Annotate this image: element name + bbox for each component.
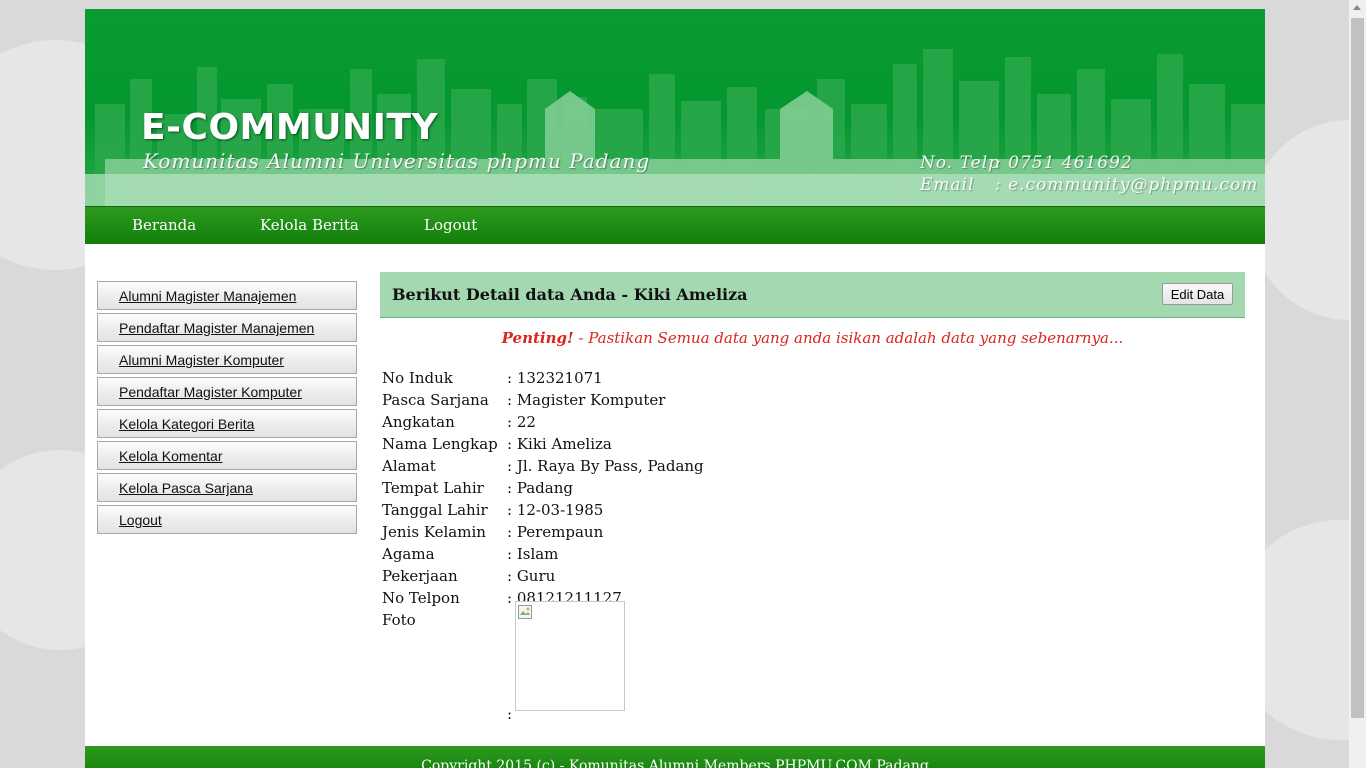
sidebar-item-kelola-komentar[interactable]: Kelola Komentar: [97, 441, 357, 470]
phone-value: : 0751 461692: [995, 153, 1133, 173]
sidebar-item-logout[interactable]: Logout: [97, 505, 357, 534]
profile-photo: [515, 601, 625, 711]
main-nav: Beranda Kelola Berita Logout: [85, 206, 1265, 244]
detail-value: : 132321071: [507, 369, 603, 387]
sidebar-item-pendaftar-magister-manajemen[interactable]: Pendaftar Magister Manajemen: [97, 313, 357, 342]
detail-row: Tempat Lahir : Padang: [382, 478, 704, 500]
detail-value: : Perempaun: [507, 523, 604, 541]
detail-label: Agama: [382, 545, 435, 563]
detail-value: : Guru: [507, 567, 556, 585]
detail-value: : Magister Komputer: [507, 391, 666, 409]
detail-value: : Jl. Raya By Pass, Padang: [507, 457, 704, 475]
site-footer: Copyright 2015 (c) - Komunitas Alumni Me…: [85, 746, 1265, 768]
sidebar-item-alumni-magister-komputer[interactable]: Alumni Magister Komputer: [97, 345, 357, 374]
detail-value: : Padang: [507, 479, 573, 497]
edit-data-button[interactable]: Edit Data: [1162, 283, 1233, 305]
detail-row: Agama : Islam: [382, 544, 704, 566]
detail-label: Pekerjaan: [382, 567, 458, 585]
photo-colon: :: [507, 705, 513, 723]
photo-label: Foto: [382, 611, 416, 629]
sidebar-item-kelola-kategori-berita[interactable]: Kelola Kategori Berita: [97, 409, 357, 438]
detail-table: No Induk : 132321071 Pasca Sarjana : Magis…: [382, 368, 704, 723]
broken-image-icon: [518, 605, 532, 619]
detail-label: No Telpon: [382, 589, 460, 607]
detail-label: Tanggal Lahir: [382, 501, 488, 519]
page-scrollbar[interactable]: [1349, 0, 1366, 768]
sidebar-item-pendaftar-magister-komputer[interactable]: Pendaftar Magister Komputer: [97, 377, 357, 406]
notice-message: Penting! - Pastikan Semua data yang anda…: [380, 329, 1245, 347]
brand-title: E-COMMUNITY: [141, 107, 439, 148]
site-header-banner: E-COMMUNITY Komunitas Alumni Universitas…: [85, 9, 1265, 206]
detail-value: : 12-03-1985: [507, 501, 604, 519]
email-value: : e.community@phpmu.com: [995, 175, 1259, 195]
detail-label: Alamat: [382, 457, 436, 475]
scrollbar-thumb[interactable]: [1351, 18, 1364, 718]
detail-row: Jenis Kelamin : Perempaun: [382, 522, 704, 544]
notice-text: - Pastikan Semua data yang anda isikan a…: [573, 329, 1124, 347]
scroll-up-arrow-icon[interactable]: [1353, 5, 1361, 10]
panel-title: Berikut Detail data Anda - Kiki Ameliza: [392, 285, 748, 304]
page-wrapper: E-COMMUNITY Komunitas Alumni Universitas…: [85, 9, 1265, 768]
detail-value: : Kiki Ameliza: [507, 435, 612, 453]
detail-label: Pasca Sarjana: [382, 391, 489, 409]
detail-row: Pekerjaan : Guru: [382, 566, 704, 588]
detail-value: : Islam: [507, 545, 559, 563]
sidebar-item-alumni-magister-manajemen[interactable]: Alumni Magister Manajemen: [97, 281, 357, 310]
detail-label: No Induk: [382, 369, 453, 387]
detail-row: Angkatan : 22: [382, 412, 704, 434]
detail-row: No Induk : 132321071: [382, 368, 704, 390]
email-label: Email: [920, 175, 975, 195]
detail-label: Nama Lengkap: [382, 435, 498, 453]
detail-row: Tanggal Lahir : 12-03-1985: [382, 500, 704, 522]
detail-value: : 22: [507, 413, 536, 431]
nav-kelola-berita[interactable]: Kelola Berita: [260, 216, 359, 234]
detail-row: Nama Lengkap : Kiki Ameliza: [382, 434, 704, 456]
sidebar-item-kelola-pasca-sarjana[interactable]: Kelola Pasca Sarjana: [97, 473, 357, 502]
photo-row: Foto :: [382, 601, 704, 723]
detail-label: Tempat Lahir: [382, 479, 484, 497]
nav-logout[interactable]: Logout: [424, 216, 477, 234]
detail-label: Angkatan: [382, 413, 455, 431]
brand-subtitle: Komunitas Alumni Universitas phpmu Padan…: [143, 149, 651, 173]
detail-panel-header: Berikut Detail data Anda - Kiki Ameliza …: [380, 272, 1245, 318]
contact-info: No. Telp : 0751 461692 Email : e.communi…: [920, 152, 1258, 196]
footer-copyright: Copyright 2015 (c) - Komunitas Alumni Me…: [421, 758, 929, 768]
sidebar-menu: Alumni Magister Manajemen Pendaftar Magi…: [97, 281, 357, 537]
nav-beranda[interactable]: Beranda: [132, 216, 196, 234]
detail-row: Pasca Sarjana : Magister Komputer: [382, 390, 704, 412]
detail-label: Jenis Kelamin: [382, 523, 486, 541]
phone-label: No. Telp: [920, 153, 1001, 173]
detail-row: Alamat : Jl. Raya By Pass, Padang: [382, 456, 704, 478]
notice-strong: Penting!: [501, 329, 574, 347]
